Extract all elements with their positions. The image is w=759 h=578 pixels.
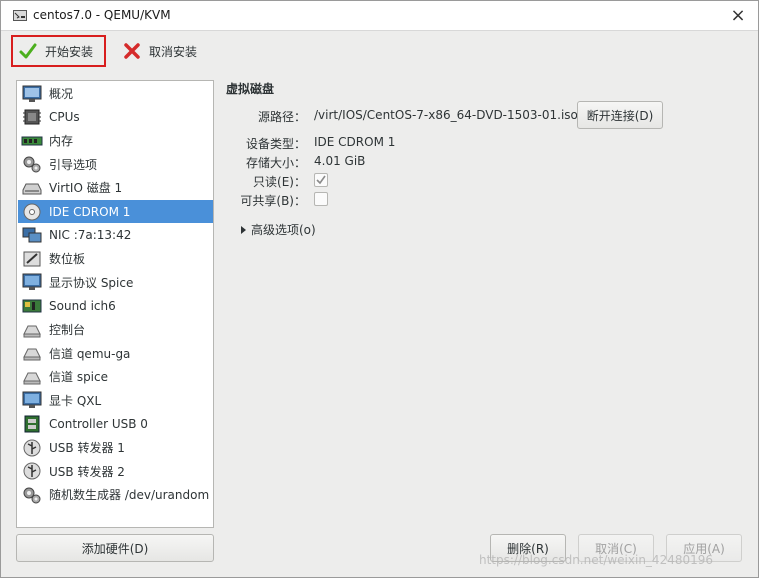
advanced-options-expander[interactable]: 高级选项(o): [241, 221, 316, 238]
device-list-item-label: 控制台: [49, 323, 86, 337]
window: centos7.0 - QEMU/KVM × 开始安装 取消安装 概况 CPUs 内…: [0, 0, 759, 578]
memory-icon: [21, 136, 43, 146]
device-list-item[interactable]: 信道 qemu-ga: [18, 342, 213, 365]
device-list-item[interactable]: USB 转发器 1: [18, 436, 213, 459]
device-list-item[interactable]: 显卡 QXL: [18, 389, 213, 412]
serial-icon: [23, 325, 41, 337]
device-list-item-label: 数位板: [49, 252, 86, 267]
device-list-item[interactable]: 随机数生成器 /dev/urandom: [18, 483, 213, 506]
device-list-item[interactable]: CPUs: [18, 106, 213, 129]
begin-installation-button[interactable]: 开始安装: [11, 35, 106, 67]
watermark: https://blog.csdn.net/weixin_42480196: [479, 553, 714, 567]
source-path-label: 源路径：: [257, 110, 306, 124]
storage-size-label: 存储大小：: [245, 156, 306, 170]
display-icon: [22, 391, 42, 409]
device-list-item-label: 信道 spice: [49, 370, 108, 385]
device-type-value: IDE CDROM 1: [314, 135, 396, 149]
section-title: 虚拟磁盘: [226, 82, 275, 96]
advanced-options-label: 高级选项(o): [251, 223, 316, 237]
device-list-item-label: 显卡 QXL: [49, 393, 102, 408]
readonly-checkbox[interactable]: [314, 173, 328, 187]
device-list-item[interactable]: 信道 spice: [18, 365, 213, 388]
device-list-item[interactable]: 数位板: [18, 247, 213, 270]
controller-icon: [24, 415, 40, 433]
device-list-item[interactable]: IDE CDROM 1: [18, 200, 213, 223]
disconnect-button[interactable]: 断开连接(D): [577, 101, 663, 129]
close-button[interactable]: ×: [727, 5, 749, 27]
display-icon: [22, 273, 42, 291]
monitor-icon: [22, 85, 42, 102]
hard-disk-icon: [22, 183, 42, 195]
device-list-item[interactable]: USB 转发器 2: [18, 460, 213, 483]
device-list-item-label: USB 转发器 2: [49, 464, 125, 479]
title-bar[interactable]: centos7.0 - QEMU/KVM ×: [1, 1, 758, 31]
add-hardware-button[interactable]: 添加硬件(D): [16, 534, 214, 562]
close-icon: ×: [730, 5, 746, 26]
hardware-device-list[interactable]: 概况 CPUs 内存引导选项 VirtIO 磁盘 1 IDE CDROM 1 NIC :7…: [16, 80, 214, 528]
serial-icon: [23, 348, 41, 361]
device-list-item-label: IDE CDROM 1: [49, 204, 131, 219]
cancel-x-icon: [124, 43, 140, 59]
cancel-installation-label: 取消安装: [149, 44, 198, 59]
serial-icon: [23, 372, 41, 385]
usb-icon: [23, 462, 41, 480]
device-list-item[interactable]: 引导选项: [18, 153, 213, 176]
device-list-item-label: 概况: [49, 87, 74, 101]
gears-icon: [23, 156, 41, 173]
device-list-item-label: CPUs: [49, 110, 80, 125]
device-list-item-label: 引导选项: [49, 157, 98, 172]
device-list-item-label: 信道 qemu-ga: [49, 346, 131, 361]
begin-installation-label: 开始安装: [45, 44, 94, 59]
shareable-label: 可共享(B)：: [240, 194, 306, 208]
device-list-item[interactable]: 控制台: [18, 318, 213, 341]
window-title: centos7.0 - QEMU/KVM: [33, 8, 171, 22]
cpu-icon: [23, 109, 41, 125]
tablet-icon: [23, 251, 41, 267]
device-list-item-label: 显示协议 Spice: [49, 275, 134, 290]
device-list-item-label: Sound ich6: [49, 298, 116, 313]
device-list-item[interactable]: Sound ich6: [18, 294, 213, 317]
device-list-item-label: USB 转发器 1: [49, 441, 125, 455]
device-list-item[interactable]: 显示协议 Spice: [18, 271, 213, 294]
gears-icon: [23, 487, 41, 504]
device-list-item[interactable]: NIC :7a:13:42: [18, 224, 213, 247]
checkbox-checkmark-icon: [316, 175, 326, 185]
device-list-item-label: Controller USB 0: [49, 416, 148, 431]
device-list-item-label: VirtIO 磁盘 1: [49, 181, 123, 196]
device-list-item-label: NIC :7a:13:42: [49, 228, 132, 243]
expander-arrow-icon: [241, 225, 246, 234]
usb-icon: [23, 439, 41, 456]
source-path-value: /virt/IOS/CentOS-7-x86_64-DVD-1503-01.is…: [314, 108, 578, 122]
readonly-label: 只读(E)：: [253, 175, 306, 189]
sound-card-icon: [22, 299, 42, 313]
virt-manager-icon: [13, 10, 27, 21]
cdrom-icon: [23, 203, 41, 220]
shareable-checkbox[interactable]: [314, 192, 328, 206]
device-list-item[interactable]: Controller USB 0: [18, 412, 213, 435]
device-list-item-label: 随机数生成器 /dev/urandom: [49, 488, 210, 503]
storage-size-value: 4.01 GiB: [314, 154, 366, 168]
device-list-item[interactable]: 概况: [18, 82, 213, 105]
device-type-label: 设备类型：: [245, 137, 306, 151]
device-list-item[interactable]: 内存: [18, 129, 213, 152]
toolbar: 开始安装 取消安装: [1, 31, 758, 71]
checkmark-icon: [19, 43, 37, 59]
cancel-installation-button[interactable]: 取消安装: [117, 35, 227, 67]
network-icon: [22, 227, 42, 243]
device-list-item-label: 内存: [49, 134, 74, 149]
device-list-item[interactable]: VirtIO 磁盘 1: [18, 176, 213, 199]
